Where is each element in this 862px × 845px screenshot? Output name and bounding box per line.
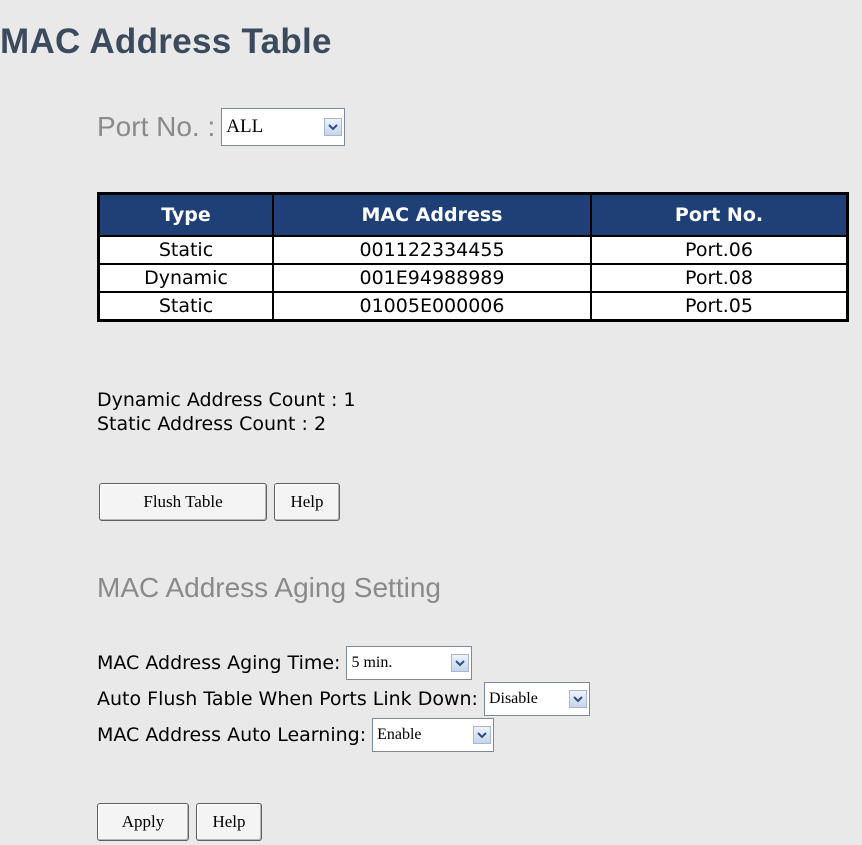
cell-type: Static <box>97 235 274 265</box>
cell-type: Static <box>97 291 274 322</box>
cell-mac-address: 001E94988989 <box>272 263 592 293</box>
apply-button[interactable]: Apply <box>97 803 189 841</box>
port-filter-row: Port No. : ALL <box>97 108 346 146</box>
cell-mac-address: 01005E000006 <box>272 291 592 322</box>
port-filter-label: Port No. : <box>97 111 216 142</box>
dynamic-address-count: Dynamic Address Count : 1 <box>97 389 356 411</box>
column-header-port-no: Port No. <box>590 192 849 237</box>
port-select[interactable]: ALL <box>221 108 346 146</box>
chevron-down-icon[interactable] <box>451 654 470 672</box>
auto-learning-value: Enable <box>377 726 422 743</box>
chevron-down-icon[interactable] <box>473 726 492 744</box>
auto-learning-select[interactable]: Enable <box>372 718 495 752</box>
page-title: MAC Address Table <box>0 22 332 61</box>
aging-help-button[interactable]: Help <box>196 803 262 841</box>
auto-flush-select[interactable]: Disable <box>483 682 590 716</box>
table-help-button[interactable]: Help <box>274 483 340 521</box>
aging-time-label: MAC Address Aging Time: <box>97 652 341 674</box>
auto-flush-value: Disable <box>488 690 538 707</box>
auto-learning-label: MAC Address Auto Learning: <box>97 724 367 746</box>
cell-port-no: Port.05 <box>590 291 849 322</box>
auto-flush-label: Auto Flush Table When Ports Link Down: <box>97 688 478 710</box>
aging-time-row: MAC Address Aging Time: 5 min. <box>97 646 473 680</box>
aging-time-value: 5 min. <box>351 654 393 671</box>
cell-port-no: Port.08 <box>590 263 849 293</box>
auto-learning-row: MAC Address Auto Learning: Enable <box>97 718 495 752</box>
table-row: Static 001122334455 Port.06 <box>97 235 849 265</box>
table-row: Static 01005E000006 Port.05 <box>97 291 849 322</box>
flush-table-button[interactable]: Flush Table <box>99 483 267 521</box>
table-header-row: Type MAC Address Port No. <box>97 192 849 237</box>
aging-section-title: MAC Address Aging Setting <box>97 572 441 603</box>
aging-time-select[interactable]: 5 min. <box>346 646 473 680</box>
table-row: Dynamic 001E94988989 Port.08 <box>97 263 849 293</box>
cell-mac-address: 001122334455 <box>272 235 592 265</box>
cell-port-no: Port.06 <box>590 235 849 265</box>
static-address-count: Static Address Count : 2 <box>97 413 327 435</box>
column-header-type: Type <box>97 192 274 237</box>
chevron-down-icon[interactable] <box>324 118 343 136</box>
mac-address-table: Type MAC Address Port No. Static 0011223… <box>97 192 849 322</box>
column-header-mac-address: MAC Address <box>272 192 592 237</box>
cell-type: Dynamic <box>97 263 274 293</box>
auto-flush-row: Auto Flush Table When Ports Link Down: D… <box>97 682 590 716</box>
chevron-down-icon[interactable] <box>568 690 587 708</box>
address-counts: Dynamic Address Count : 1 Static Address… <box>97 388 356 436</box>
port-select-value: ALL <box>226 116 264 137</box>
